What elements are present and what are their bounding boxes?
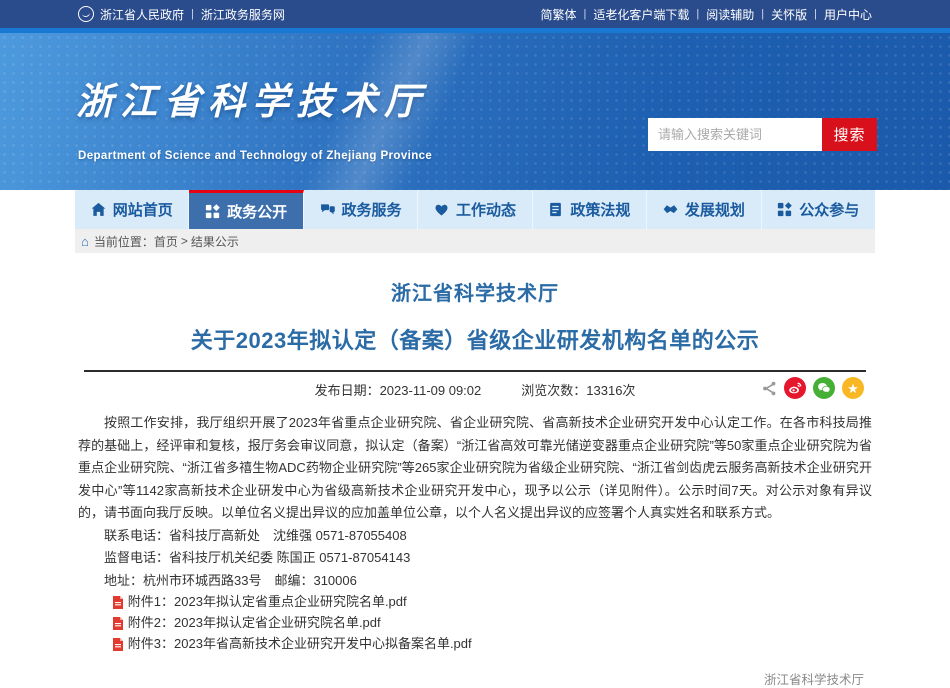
supervision-phone-line: 监督电话：省科技厅机关纪委 陈国正 0571-87054143 (78, 547, 872, 570)
publish-date-label: 发布日期： (315, 383, 380, 398)
site-subtitle-english: Department of Science and Technology of … (78, 150, 432, 162)
nav-item-gov-services[interactable]: 政务服务 (304, 190, 418, 229)
attachment-row: 附件3：2023年省高新技术企业研究开发中心拟备案名单.pdf (78, 634, 872, 655)
breadcrumb: ⌂ 当前位置： 首页 > 结果公示 (75, 229, 875, 253)
nav-item-label: 政务服务 (342, 199, 402, 220)
wechat-share-icon[interactable] (813, 377, 835, 399)
link-elderly-client-download[interactable]: 适老化客户端下载 (593, 6, 689, 23)
heart-icon (434, 202, 449, 217)
divider: | (761, 8, 764, 20)
contact-phone-line: 联系电话：省科技厅高新处 沈维强 0571-87055408 (78, 525, 872, 548)
home-icon (91, 202, 106, 217)
article-signature: 浙江省科学技术厅 (78, 669, 872, 688)
site-banner: 浙江省科学技术厅 Department of Science and Techn… (0, 33, 950, 190)
site-title: 浙江省科学技术厅 (76, 71, 428, 125)
article-title-line2: 关于2023年拟认定（备案）省级企业研发机构名单的公示 (78, 323, 872, 355)
search-box: 搜索 (648, 118, 877, 151)
link-simplified-traditional[interactable]: 简繁体 (540, 6, 576, 23)
share-nodes-icon[interactable] (762, 381, 777, 396)
pdf-file-icon (112, 638, 124, 651)
link-provincial-government[interactable]: 浙江省人民政府 (100, 6, 184, 23)
article: 浙江省科学技术厅 关于2023年拟认定（备案）省级企业研发机构名单的公示 发布日… (0, 253, 950, 688)
article-meta-row: 发布日期：2023-11-09 09:02 浏览次数：13316次 ★ (78, 372, 872, 406)
divider: | (191, 8, 194, 20)
nav-item-label: 网站首页 (113, 199, 173, 220)
chat-bubbles-icon (320, 202, 335, 217)
search-input[interactable] (648, 118, 822, 151)
nav-item-label: 公众参与 (799, 199, 859, 220)
nav-item-home[interactable]: 网站首页 (75, 190, 189, 229)
link-care-edition[interactable]: 关怀版 (771, 6, 807, 23)
attachment-row: 附件2：2023年拟认定省企业研究院名单.pdf (78, 613, 872, 634)
nav-item-label: 工作动态 (456, 199, 516, 220)
pdf-file-icon (112, 596, 124, 609)
view-count: 浏览次数：13316次 (521, 380, 635, 399)
divider: | (814, 8, 817, 20)
topbar-left-links: 浙江省人民政府 | 浙江政务服务网 (78, 6, 285, 23)
article-body: 按照工作安排，我厅组织开展了2023年省重点企业研究院、省企业研究院、省高新技术… (78, 412, 872, 655)
breadcrumb-prefix: 当前位置： (94, 233, 154, 250)
nav-item-gov-disclosure[interactable]: 政务公开 (189, 190, 303, 229)
publish-date: 发布日期：2023-11-09 09:02 (315, 380, 482, 399)
search-button[interactable]: 搜索 (822, 118, 877, 151)
link-gov-service-site[interactable]: 浙江政务服务网 (201, 6, 285, 23)
publish-date-value: 2023-11-09 09:02 (380, 383, 482, 398)
attachment-row: 附件1：2023年拟认定省重点企业研究院名单.pdf (78, 592, 872, 613)
handshake-icon (663, 202, 678, 217)
nav-item-policies[interactable]: 政策法规 (533, 190, 647, 229)
view-count-value: 13316次 (586, 383, 635, 398)
divider: | (696, 8, 699, 20)
address-line: 地址：杭州市环城西路33号 邮编：310006 (78, 570, 872, 593)
share-toolbar: ★ (762, 377, 864, 399)
attachment-link-1[interactable]: 附件1：2023年拟认定省重点企业研究院名单.pdf (128, 591, 407, 614)
nav-item-label: 政策法规 (570, 199, 630, 220)
attachment-link-2[interactable]: 附件2：2023年拟认定省企业研究院名单.pdf (128, 612, 381, 635)
breadcrumb-separator: > (181, 234, 188, 248)
disclosure-icon (205, 204, 220, 219)
nav-item-label: 政务公开 (227, 201, 287, 222)
top-utility-bar: 浙江省人民政府 | 浙江政务服务网 简繁体 | 适老化客户端下载 | 阅读辅助 … (0, 0, 950, 28)
divider: | (584, 8, 587, 20)
article-title-line1: 浙江省科学技术厅 (78, 277, 872, 306)
main-navigation: 网站首页 政务公开 政务服务 工作动态 政策法规 发展规划 公众参与 (75, 190, 875, 229)
weibo-share-icon[interactable] (784, 377, 806, 399)
pdf-file-icon (112, 617, 124, 630)
article-paragraph: 按照工作安排，我厅组织开展了2023年省重点企业研究院、省企业研究院、省高新技术… (78, 412, 872, 525)
nav-item-public-participation[interactable]: 公众参与 (762, 190, 875, 229)
breadcrumb-current: 结果公示 (191, 233, 239, 250)
zhejiang-gov-logo-icon (78, 6, 94, 22)
breadcrumb-home-link[interactable]: 首页 (154, 233, 178, 250)
participation-icon (777, 202, 792, 217)
favorite-star-icon[interactable]: ★ (842, 377, 864, 399)
link-user-center[interactable]: 用户中心 (824, 6, 872, 23)
attachment-link-3[interactable]: 附件3：2023年省高新技术企业研究开发中心拟备案名单.pdf (128, 633, 472, 656)
link-reading-assist[interactable]: 阅读辅助 (706, 6, 754, 23)
nav-item-work-updates[interactable]: 工作动态 (418, 190, 532, 229)
view-count-label: 浏览次数： (521, 383, 586, 398)
location-home-icon: ⌂ (81, 234, 89, 249)
document-icon (548, 202, 563, 217)
nav-item-label: 发展规划 (685, 199, 745, 220)
nav-item-development-planning[interactable]: 发展规划 (647, 190, 761, 229)
topbar-right-links: 简繁体 | 适老化客户端下载 | 阅读辅助 | 关怀版 | 用户中心 (540, 6, 872, 23)
